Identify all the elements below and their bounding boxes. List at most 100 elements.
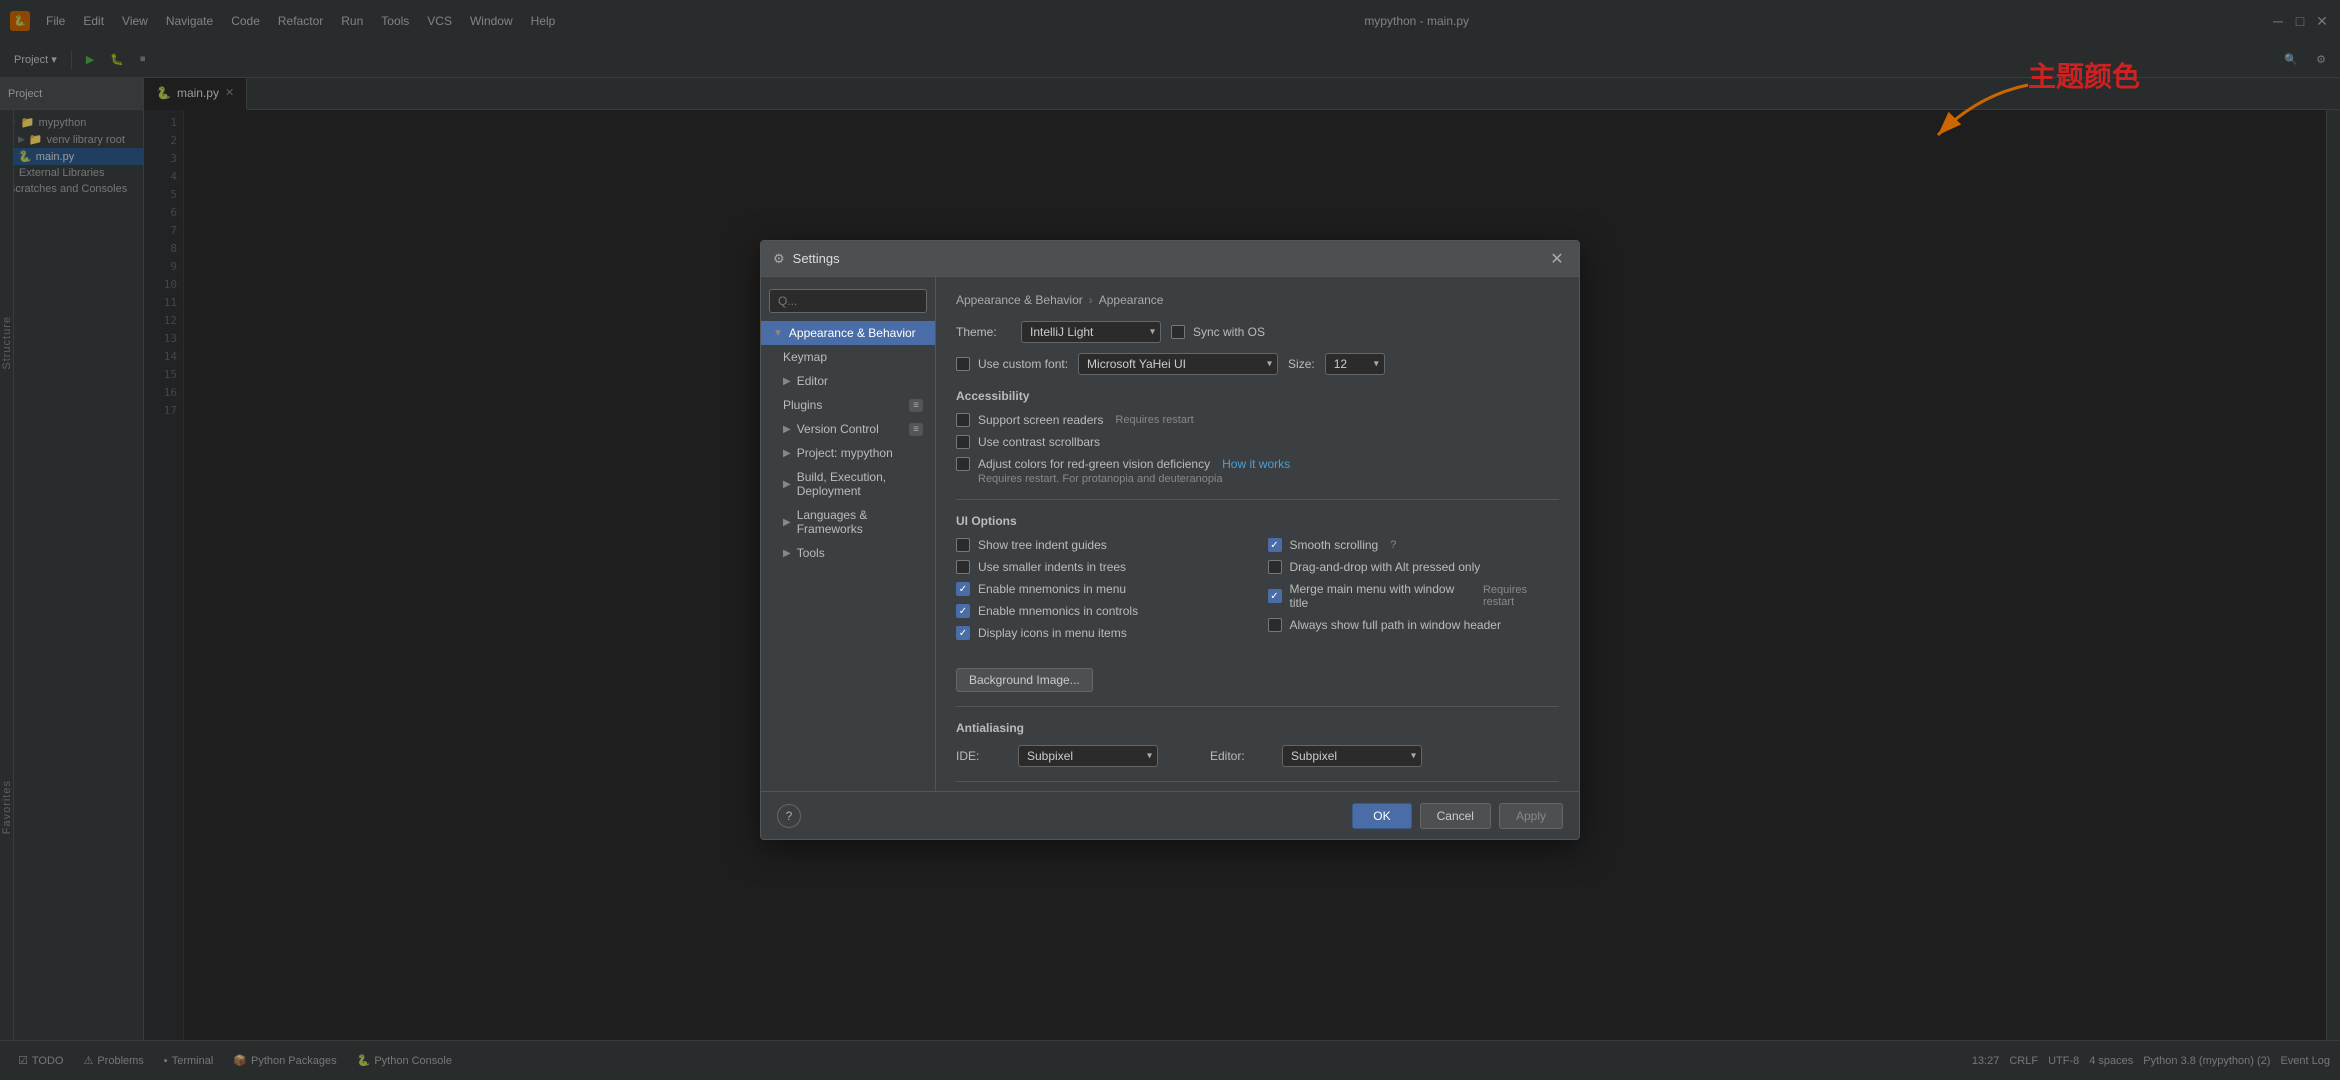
show-tree-indent-row: Show tree indent guides (956, 538, 1248, 552)
use-custom-font-label: Use custom font: (978, 357, 1068, 371)
ui-options-col2: Smooth scrolling ? Drag-and-drop with Al… (1268, 538, 1560, 648)
cancel-button[interactable]: Cancel (1420, 803, 1491, 829)
editor-antialias-select[interactable]: Subpixel (1282, 745, 1422, 767)
nav-editor[interactable]: ▶ Editor (761, 369, 935, 393)
enable-mnemonics-controls-checkbox[interactable] (956, 604, 970, 618)
use-custom-font-row: Use custom font: (956, 357, 1068, 371)
breadcrumb-current: Appearance (1099, 293, 1164, 307)
nav-keymap[interactable]: Keymap (761, 345, 935, 369)
antialias-ide-row: IDE: Subpixel Editor: Subpixel (956, 745, 1559, 767)
nav-tools-label: Tools (797, 546, 825, 560)
dialog-title-bar: ⚙ Settings ✕ (761, 241, 1579, 277)
screen-readers-label: Support screen readers (978, 413, 1103, 427)
theme-select[interactable]: IntelliJ Light (1021, 321, 1161, 343)
display-icons-row: Display icons in menu items (956, 626, 1248, 640)
nav-editor-label: Editor (797, 374, 828, 388)
show-tree-indent-label: Show tree indent guides (978, 538, 1107, 552)
annotation-arrow (1918, 75, 2038, 155)
settings-dialog: ⚙ Settings ✕ ▼ Appearance & Behavior Key… (760, 240, 1580, 840)
merge-requires-restart: Requires restart (1483, 584, 1559, 608)
divider-3 (956, 781, 1559, 782)
dialog-content: Appearance & Behavior › Appearance Theme… (936, 277, 1579, 791)
plugins-badge: ≡ (909, 399, 923, 412)
display-icons-checkbox[interactable] (956, 626, 970, 640)
how-it-works-link[interactable]: How it works (1222, 457, 1290, 471)
ui-options-col1: Show tree indent guides Use smaller inde… (956, 538, 1248, 648)
always-full-path-label: Always show full path in window header (1290, 618, 1501, 632)
smooth-scrolling-checkbox[interactable] (1268, 538, 1282, 552)
annotation-container: 主题颜色 (2028, 55, 2140, 95)
theme-row: Theme: IntelliJ Light Sync with OS (956, 321, 1559, 343)
smooth-scrolling-label: Smooth scrolling (1290, 538, 1379, 552)
size-label: Size: (1288, 357, 1315, 371)
settings-search[interactable] (769, 289, 927, 313)
nav-build[interactable]: ▶ Build, Execution, Deployment (761, 465, 935, 503)
nav-languages[interactable]: ▶ Languages & Frameworks (761, 503, 935, 541)
always-full-path-row: Always show full path in window header (1268, 618, 1560, 632)
enable-mnemonics-menu-checkbox[interactable] (956, 582, 970, 596)
use-smaller-indents-label: Use smaller indents in trees (978, 560, 1126, 574)
adjust-colors-row: Adjust colors for red-green vision defic… (956, 457, 1559, 471)
dialog-nav: ▼ Appearance & Behavior Keymap ▶ Editor … (761, 277, 936, 791)
dialog-body: ▼ Appearance & Behavior Keymap ▶ Editor … (761, 277, 1579, 791)
ui-options-section: UI Options (956, 514, 1559, 528)
smooth-scrolling-row: Smooth scrolling ? (1268, 538, 1560, 552)
enable-mnemonics-menu-label: Enable mnemonics in menu (978, 582, 1126, 596)
drag-drop-checkbox[interactable] (1268, 560, 1282, 574)
font-select[interactable]: Microsoft YaHei UI (1078, 353, 1278, 375)
enable-mnemonics-controls-label: Enable mnemonics in controls (978, 604, 1138, 618)
show-tree-indent-checkbox[interactable] (956, 538, 970, 552)
apply-button[interactable]: Apply (1499, 803, 1563, 829)
merge-main-menu-row: Merge main menu with window title Requir… (1268, 582, 1560, 610)
contrast-scrollbars-label: Use contrast scrollbars (978, 435, 1100, 449)
nav-plugins-label: Plugins (783, 398, 822, 412)
contrast-scrollbars-row: Use contrast scrollbars (956, 435, 1559, 449)
always-full-path-checkbox[interactable] (1268, 618, 1282, 632)
ok-button[interactable]: OK (1352, 803, 1411, 829)
ui-options-grid: Show tree indent guides Use smaller inde… (956, 538, 1559, 648)
nav-appearance-behavior[interactable]: ▼ Appearance & Behavior (761, 321, 935, 345)
ide-antialias-select[interactable]: Subpixel (1018, 745, 1158, 767)
background-image-button[interactable]: Background Image... (956, 668, 1093, 692)
dialog-close-button[interactable]: ✕ (1547, 249, 1567, 269)
modal-overlay: ⚙ Settings ✕ ▼ Appearance & Behavior Key… (0, 0, 2340, 1080)
screen-readers-checkbox[interactable] (956, 413, 970, 427)
vc-badge: ≡ (909, 423, 923, 436)
adjust-colors-section: Adjust colors for red-green vision defic… (956, 457, 1559, 485)
nav-plugins[interactable]: Plugins ≡ (761, 393, 935, 417)
sync-with-os-checkbox[interactable] (1171, 325, 1185, 339)
use-custom-font-checkbox[interactable] (956, 357, 970, 371)
screen-readers-row: Support screen readers Requires restart (956, 413, 1559, 427)
antialias-editor-label: Editor: (1210, 749, 1270, 763)
drag-drop-label: Drag-and-drop with Alt pressed only (1290, 560, 1481, 574)
nav-project-label: Project: mypython (797, 446, 893, 460)
nav-appearance-label: Appearance & Behavior (789, 326, 916, 340)
contrast-scrollbars-checkbox[interactable] (956, 435, 970, 449)
dialog-footer: ? OK Cancel Apply (761, 791, 1579, 839)
size-select[interactable]: 12 (1325, 353, 1385, 375)
nav-project[interactable]: ▶ Project: mypython (761, 441, 935, 465)
breadcrumb: Appearance & Behavior › Appearance (956, 293, 1559, 307)
adjust-colors-label: Adjust colors for red-green vision defic… (978, 457, 1210, 471)
adjust-colors-sub: Requires restart. For protanopia and deu… (978, 473, 1559, 485)
ide-antialias-select-wrapper: Subpixel (1018, 745, 1158, 767)
adjust-colors-checkbox[interactable] (956, 457, 970, 471)
nav-languages-label: Languages & Frameworks (797, 508, 923, 536)
nav-vc-label: Version Control (797, 422, 879, 436)
sync-with-os-label: Sync with OS (1193, 325, 1265, 339)
help-button[interactable]: ? (777, 804, 801, 828)
use-smaller-indents-checkbox[interactable] (956, 560, 970, 574)
drag-drop-row: Drag-and-drop with Alt pressed only (1268, 560, 1560, 574)
merge-main-menu-checkbox[interactable] (1268, 589, 1282, 603)
dialog-title: Settings (793, 251, 1547, 266)
breadcrumb-sep: › (1089, 293, 1093, 307)
settings-icon: ⚙ (773, 251, 785, 267)
requires-restart-label: Requires restart (1115, 414, 1193, 426)
breadcrumb-root[interactable]: Appearance & Behavior (956, 293, 1083, 307)
nav-tools[interactable]: ▶ Tools (761, 541, 935, 565)
accessibility-section: Accessibility (956, 389, 1559, 403)
nav-version-control[interactable]: ▶ Version Control ≡ (761, 417, 935, 441)
smooth-scrolling-help[interactable]: ? (1390, 539, 1396, 551)
enable-mnemonics-menu-row: Enable mnemonics in menu (956, 582, 1248, 596)
editor-antialias-select-wrapper: Subpixel (1282, 745, 1422, 767)
